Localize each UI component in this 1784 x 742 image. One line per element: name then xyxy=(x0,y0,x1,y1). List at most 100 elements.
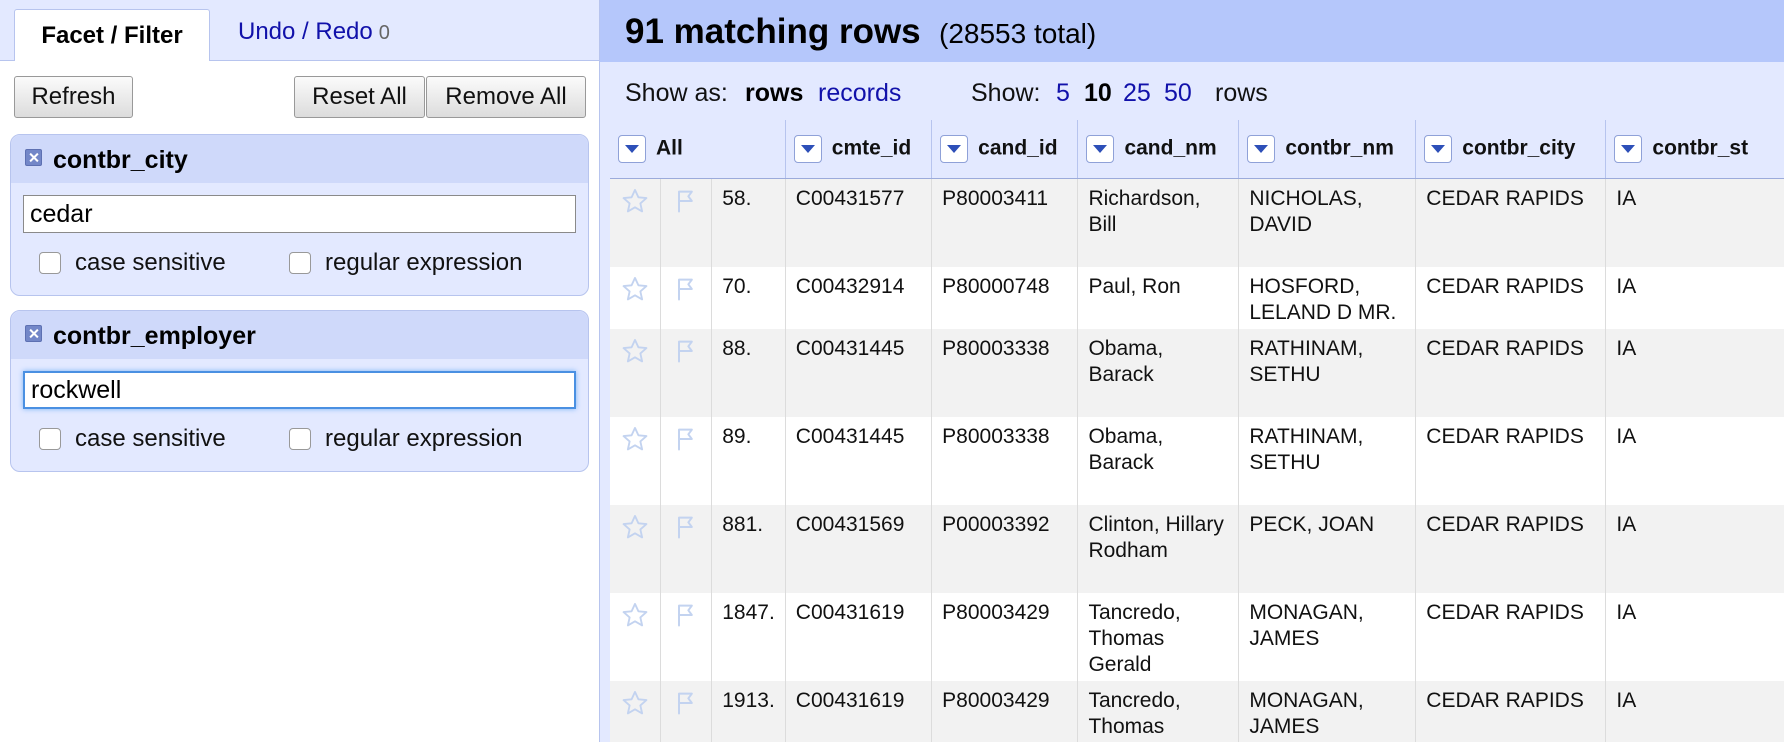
flag-icon[interactable] xyxy=(672,187,700,222)
regex-checkbox[interactable] xyxy=(289,252,311,274)
cell-cand-id: P80003411 xyxy=(931,178,1079,267)
cell-cand-nm: Clinton, Hillary Rodham xyxy=(1077,504,1240,593)
cell-contbr-st: IA xyxy=(1605,178,1784,267)
cell-cmte-id: C00431569 xyxy=(785,504,933,593)
column-header-all[interactable]: All xyxy=(610,120,786,179)
case-sensitive-option[interactable]: case sensitive xyxy=(39,425,226,453)
cell-cmte-id: C00431445 xyxy=(785,328,933,417)
column-header-contbr-nm[interactable]: contbr_nm xyxy=(1238,120,1417,179)
dropdown-arrow-icon[interactable] xyxy=(793,135,822,163)
cell-contbr-nm: RATHINAM, SETHU xyxy=(1238,416,1417,505)
page-size-25[interactable]: 25 xyxy=(1123,79,1151,108)
star-icon[interactable] xyxy=(621,689,649,724)
facet-text-input[interactable] xyxy=(23,371,576,409)
star-icon[interactable] xyxy=(621,601,649,636)
column-header-label: All xyxy=(656,136,683,160)
facet-title: contbr_city xyxy=(53,146,188,174)
tab-undo-redo-label[interactable]: Undo / Redo xyxy=(238,18,373,45)
star-icon[interactable] xyxy=(621,425,649,460)
flag-icon[interactable] xyxy=(672,513,700,548)
star-icon[interactable] xyxy=(621,337,649,372)
facet-contbr-city: contbr_city case sensitive regular expre… xyxy=(10,134,589,296)
star-icon[interactable] xyxy=(621,187,649,222)
cell-contbr-nm: RATHINAM, SETHU xyxy=(1238,328,1417,417)
flag-icon[interactable] xyxy=(672,601,700,636)
cell-cand-id: P80003429 xyxy=(931,592,1079,681)
case-sensitive-checkbox[interactable] xyxy=(39,252,61,274)
regex-label: regular expression xyxy=(325,249,523,276)
column-header-label: cmte_id xyxy=(831,136,912,160)
flag-cell xyxy=(660,592,713,681)
data-grid: All cmte_id cand_id cand_nm contbr_nm co… xyxy=(610,120,1784,742)
regex-checkbox[interactable] xyxy=(289,428,311,450)
regex-option[interactable]: regular expression xyxy=(289,425,522,453)
case-sensitive-checkbox[interactable] xyxy=(39,428,61,450)
column-header-cand-id[interactable]: cand_id xyxy=(931,120,1079,179)
column-header-cmte-id[interactable]: cmte_id xyxy=(785,120,933,179)
cell-cmte-id: C00431619 xyxy=(785,680,933,742)
flag-cell xyxy=(660,680,713,742)
remove-all-button[interactable]: Remove All xyxy=(426,76,586,118)
tab-facet-filter[interactable]: Facet / Filter xyxy=(14,9,210,61)
cell-contbr-st: IA xyxy=(1605,592,1784,681)
cell-contbr-city: CEDAR RAPIDS xyxy=(1415,504,1607,593)
cell-index: 70. xyxy=(711,266,786,329)
dropdown-arrow-icon[interactable] xyxy=(1247,135,1276,163)
cell-contbr-city: CEDAR RAPIDS xyxy=(1415,416,1607,505)
reset-all-button[interactable]: Reset All xyxy=(294,76,425,118)
tab-undo-redo[interactable]: Undo / Redo 0 xyxy=(238,18,390,46)
cell-contbr-nm: PECK, JOAN xyxy=(1238,504,1417,593)
dropdown-arrow-icon[interactable] xyxy=(1086,135,1115,163)
cell-cand-id: P80000748 xyxy=(931,266,1079,329)
view-mode-rows[interactable]: rows xyxy=(745,79,803,108)
facet-contbr-employer: contbr_employer case sensitive regular e… xyxy=(10,310,589,472)
table-row: 1913. C00431619 P80003429 Tancredo, Thomas … xyxy=(610,680,1784,742)
dropdown-arrow-icon[interactable] xyxy=(1614,135,1643,163)
column-header-contbr-st[interactable]: contbr_st xyxy=(1605,120,1784,179)
refresh-button[interactable]: Refresh xyxy=(14,76,133,118)
cell-index: 881. xyxy=(711,504,786,593)
table-row: 88. C00431445 P80003338 Obama, Barack RATHIN… xyxy=(610,328,1784,417)
star-icon[interactable] xyxy=(621,513,649,548)
flag-icon[interactable] xyxy=(672,689,700,724)
cell-index: 1913. xyxy=(711,680,786,742)
column-header-contbr-city[interactable]: contbr_city xyxy=(1415,120,1607,179)
cell-contbr-nm: MONAGAN, JAMES xyxy=(1238,680,1417,742)
cell-cand-id: P00003392 xyxy=(931,504,1079,593)
flag-icon[interactable] xyxy=(672,425,700,460)
cell-contbr-nm: HOSFORD, LELAND D MR. xyxy=(1238,266,1417,329)
star-cell xyxy=(610,328,662,417)
flag-icon[interactable] xyxy=(672,275,700,310)
view-mode-records[interactable]: records xyxy=(818,79,901,108)
flag-icon[interactable] xyxy=(672,337,700,372)
facet-header: contbr_employer xyxy=(11,311,588,359)
page-size-5[interactable]: 5 xyxy=(1056,79,1070,108)
close-icon[interactable] xyxy=(25,149,42,166)
dropdown-arrow-icon[interactable] xyxy=(1424,135,1453,163)
facet-text-input[interactable] xyxy=(23,195,576,233)
dropdown-arrow-icon[interactable] xyxy=(940,135,969,163)
cell-contbr-nm: MONAGAN, JAMES xyxy=(1238,592,1417,681)
regex-option[interactable]: regular expression xyxy=(289,249,522,277)
star-icon[interactable] xyxy=(621,275,649,310)
case-sensitive-option[interactable]: case sensitive xyxy=(39,249,226,277)
page-size-10[interactable]: 10 xyxy=(1084,79,1112,108)
page-size-50[interactable]: 50 xyxy=(1164,79,1192,108)
cell-index: 89. xyxy=(711,416,786,505)
column-header-label: contbr_st xyxy=(1652,136,1749,160)
flag-cell xyxy=(660,178,713,267)
cell-index: 1847. xyxy=(711,592,786,681)
cell-cand-id: P80003429 xyxy=(931,680,1079,742)
cell-contbr-city: CEDAR RAPIDS xyxy=(1415,680,1607,742)
column-header-label: contbr_nm xyxy=(1285,136,1394,160)
column-header-label: cand_id xyxy=(978,136,1058,160)
cell-contbr-st: IA xyxy=(1605,504,1784,593)
star-cell xyxy=(610,416,662,505)
close-icon[interactable] xyxy=(25,325,42,342)
data-table: All cmte_id cand_id cand_nm contbr_nm co… xyxy=(610,120,1784,742)
cell-cand-id: P80003338 xyxy=(931,328,1079,417)
cell-cand-nm: Obama, Barack xyxy=(1077,328,1240,417)
column-header-cand-nm[interactable]: cand_nm xyxy=(1077,120,1240,179)
dropdown-arrow-icon[interactable] xyxy=(618,135,646,163)
table-row: 89. C00431445 P80003338 Obama, Barack RATHIN… xyxy=(610,416,1784,505)
